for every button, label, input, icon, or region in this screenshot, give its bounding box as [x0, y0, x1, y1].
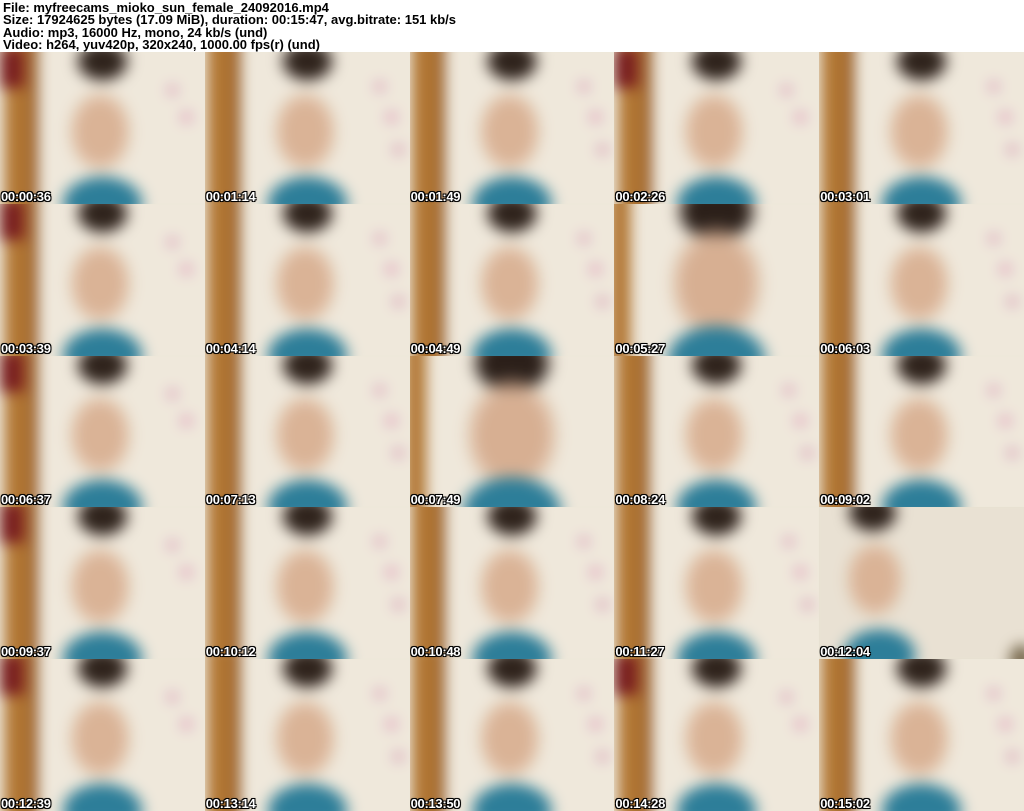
video-thumbnail: 00:10:12 — [204, 507, 410, 660]
timestamp-overlay: 00:07:13 — [205, 492, 256, 508]
video-frame-placeholder — [614, 203, 820, 356]
video-frame-placeholder — [819, 203, 1024, 356]
timestamp-overlay: 00:10:12 — [205, 644, 256, 660]
timestamp-overlay: 00:07:49 — [410, 492, 461, 508]
video-frame-placeholder — [0, 52, 205, 204]
thumbnail-grid: 00:00:36 00:01:14 00:01:49 00:02:26 00:0… — [0, 52, 1024, 811]
video-thumbnail: 00:09:02 — [819, 355, 1024, 508]
video-frame-placeholder — [409, 659, 615, 811]
video-thumbnail: 00:01:49 — [409, 52, 615, 204]
timestamp-overlay: 00:13:14 — [205, 795, 256, 811]
video-frame-placeholder — [0, 659, 205, 811]
video-frame-placeholder — [204, 507, 410, 660]
video-frame-placeholder — [819, 659, 1024, 811]
timestamp-overlay: 00:15:02 — [820, 795, 870, 811]
timestamp-overlay: 00:05:27 — [615, 340, 666, 356]
video-thumbnail: 00:03:01 — [819, 52, 1024, 204]
video-frame-placeholder — [0, 203, 205, 356]
timestamp-overlay: 00:12:39 — [1, 795, 51, 811]
video-thumbnail: 00:05:27 — [614, 203, 820, 356]
timestamp-overlay: 00:01:49 — [410, 188, 461, 204]
timestamp-overlay: 00:10:48 — [410, 644, 461, 660]
video-thumbnail: 00:12:04 — [819, 507, 1024, 660]
timestamp-overlay: 00:13:50 — [410, 795, 461, 811]
video-frame-placeholder — [204, 52, 410, 204]
video-thumbnail: 00:14:28 — [614, 659, 820, 811]
video-frame-placeholder — [614, 507, 820, 660]
timestamp-overlay: 00:04:14 — [205, 340, 256, 356]
video-frame-placeholder — [409, 203, 615, 356]
video-thumbnail: 00:15:02 — [819, 659, 1024, 811]
timestamp-overlay: 00:03:01 — [820, 188, 870, 204]
video-thumbnail: 00:13:50 — [409, 659, 615, 811]
timestamp-overlay: 00:04:49 — [410, 340, 461, 356]
timestamp-overlay: 00:00:36 — [1, 188, 51, 204]
video-frame-placeholder — [614, 355, 820, 508]
video-frame-placeholder — [614, 52, 820, 204]
video-frame-placeholder — [819, 355, 1024, 508]
video-thumbnail: 00:00:36 — [0, 52, 205, 204]
timestamp-overlay: 00:01:14 — [205, 188, 256, 204]
video-frame-placeholder — [0, 355, 205, 508]
video-thumbnail: 00:04:49 — [409, 203, 615, 356]
timestamp-overlay: 00:06:03 — [820, 340, 870, 356]
video-frame-placeholder — [409, 52, 615, 204]
video-thumbnail: 00:01:14 — [204, 52, 410, 204]
timestamp-overlay: 00:03:39 — [1, 340, 51, 356]
timestamp-overlay: 00:08:24 — [615, 492, 666, 508]
video-thumbnail: 00:12:39 — [0, 659, 205, 811]
video-frame-placeholder — [204, 355, 410, 508]
video-frame-placeholder — [204, 203, 410, 356]
timestamp-overlay: 00:09:02 — [820, 492, 870, 508]
timestamp-overlay: 00:06:37 — [1, 492, 51, 508]
video-frame-placeholder — [204, 659, 410, 811]
video-thumbnail: 00:09:37 — [0, 507, 205, 660]
video-thumbnail: 00:07:49 — [409, 355, 615, 508]
video-frame-placeholder — [614, 659, 820, 811]
video-frame-placeholder — [819, 507, 1024, 660]
media-info-header: File: myfreecams_mioko_sun_female_240920… — [0, 0, 1024, 52]
video-thumbnail: 00:10:48 — [409, 507, 615, 660]
timestamp-overlay: 00:12:04 — [820, 644, 870, 660]
video-frame-placeholder — [0, 507, 205, 660]
video-thumbnail: 00:11:27 — [614, 507, 820, 660]
timestamp-overlay: 00:14:28 — [615, 795, 666, 811]
video-thumbnail: 00:04:14 — [204, 203, 410, 356]
timestamp-overlay: 00:02:26 — [615, 188, 666, 204]
timestamp-overlay: 00:11:27 — [615, 644, 665, 660]
video-thumbnail: 00:06:03 — [819, 203, 1024, 356]
video-frame-placeholder — [819, 52, 1024, 204]
video-thumbnail: 00:13:14 — [204, 659, 410, 811]
video-thumbnail: 00:02:26 — [614, 52, 820, 204]
video-thumbnail: 00:03:39 — [0, 203, 205, 356]
video-frame-placeholder — [409, 355, 615, 508]
video-thumbnail: 00:06:37 — [0, 355, 205, 508]
video-info-line: Video: h264, yuv420p, 320x240, 1000.00 f… — [3, 37, 320, 53]
timestamp-overlay: 00:09:37 — [1, 644, 51, 660]
video-thumbnail: 00:07:13 — [204, 355, 410, 508]
video-thumbnail: 00:08:24 — [614, 355, 820, 508]
video-frame-placeholder — [409, 507, 615, 660]
